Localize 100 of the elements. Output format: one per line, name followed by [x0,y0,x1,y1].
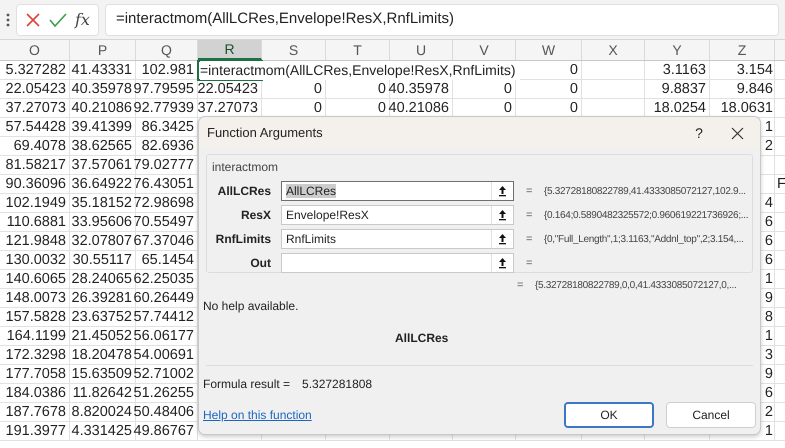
table-cell: 49.86767 [134,422,194,440]
table-cell: 60.26449 [134,288,194,308]
upload-arrow-icon [498,185,507,197]
table-cell: 33.95606 [72,212,132,232]
insert-function-button[interactable]: fx [75,8,90,32]
table-cell: 3.154 [736,60,773,80]
table-cell: 0 [314,98,322,118]
column-header[interactable]: W [516,40,582,60]
table-cell: 187.7678 [6,402,66,422]
table-cell: 36.64922 [72,174,132,194]
argument-result: {0.164;0.5890482325572;0.960619221736926;... [544,208,748,222]
table-cell: 23.63752 [72,308,132,326]
table-cell: 86.3425 [142,118,194,136]
function-result: {5.32728180822789,0,0,41.4333085072127,0,... [535,278,736,292]
table-cell: 1 [764,326,773,346]
argument-result: {0,"Full_Length",1;3.1163,"Addnl_top",2;3.154,... [544,232,744,246]
table-cell: 0 [378,80,386,98]
table-cell: 191.3977 [6,422,66,440]
table-cell: 6 [764,232,773,250]
table-cell: 97.79595 [134,80,194,98]
argument-input[interactable]: RnfLimits [281,229,514,249]
argument-value: RnfLimits [286,232,336,246]
dialog-button[interactable]: OK [564,402,654,428]
argument-value: Envelope!ResX [286,208,369,222]
table-cell: 0 [570,98,578,118]
table-cell: 102.981 [142,60,194,80]
equals-sign: = [526,256,534,271]
table-cell: 79.02777 [134,156,194,174]
table-cell: 15.63509 [72,364,132,384]
table-cell: 9.8837 [662,80,706,98]
equals-sign: = [517,278,524,293]
table-cell: 18.20478 [72,346,132,364]
check-icon[interactable] [49,12,67,28]
column-header[interactable]: P [70,40,136,60]
column-header[interactable]: U [390,40,453,60]
column-header[interactable]: R [198,40,262,60]
argument-input[interactable]: Envelope!ResX [281,205,514,225]
table-cell: 4.331425 [72,422,132,440]
argument-input[interactable]: AllLCRes [281,181,514,201]
formula-result-value: 5.327281808 [302,376,372,393]
table-cell: 1 [764,422,773,440]
table-cell: 1 [764,118,773,136]
column-header[interactable]: T [326,40,390,60]
table-cell: 82.6936 [142,136,194,156]
table-cell: 37.27073 [198,98,258,118]
table-cell: 18.0631 [720,98,773,118]
table-cell: 110.6881 [6,212,66,232]
table-cell: 8 [764,308,773,326]
equals-sign: = [526,232,534,247]
argument-input[interactable] [281,253,514,273]
formula-cell-text: =interactmom(AllLCRes,Envelope!ResX,RnfLimits) [200,61,520,80]
more-options-icon[interactable] [6,12,10,28]
column-header[interactable]: Z [710,40,775,60]
help-button[interactable]: ? [684,119,714,147]
cancel-icon[interactable] [25,12,41,28]
table-cell: 39.41399 [72,118,132,136]
table-cell: 81.58217 [6,156,66,174]
column-header[interactable]: Y [645,40,710,60]
table-cell: 1 [764,270,773,288]
table-cell: 69.4078 [14,136,66,156]
table-cell: 18.0254 [654,98,706,118]
table-cell: 30.55117 [72,250,132,270]
table-cell: 9 [764,288,773,308]
table-cell: 11.82642 [72,384,132,402]
upload-arrow-icon [498,233,507,245]
column-header[interactable]: S [262,40,326,60]
table-cell: 21.45052 [72,326,132,346]
equals-sign: = [526,208,534,223]
formula-input[interactable]: =interactmom(AllLCRes,Envelope!ResX,RnfLimits) [104,4,779,36]
column-header[interactable]: V [453,40,516,60]
table-cell: 65.1454 [142,250,194,270]
table-cell: 40.35978 [388,80,449,98]
table-cell: 5.327282 [6,60,66,80]
dialog-button[interactable]: Cancel [666,402,756,428]
argument-label: ResX [240,207,271,224]
table-cell: 157.5828 [6,308,66,326]
table-cell: 32.07807 [72,232,132,250]
table-cell: 56.06177 [134,326,194,346]
table-cell: 22.05423 [6,80,66,98]
table-cell: 8.820024 [72,402,132,422]
table-cell: 67.37046 [134,232,194,250]
upload-arrow-icon [498,257,507,269]
table-cell: 40.21086 [72,98,132,118]
table-cell: 0 [378,98,386,118]
table-cell: 130.0032 [6,250,66,270]
table-cell: 177.7058 [6,364,66,384]
table-cell: 2 [764,402,773,422]
table-cell: 28.24065 [72,270,132,288]
argument-label: AllLCRes [216,183,271,200]
table-cell: 9.846 [736,80,773,98]
column-header[interactable]: O [0,40,70,60]
table-cell: 52.71002 [134,364,194,384]
column-header[interactable]: X [582,40,645,60]
table-cell: 26.39281 [72,288,132,308]
help-link[interactable]: Help on this function [203,406,552,424]
table-cell: 54.00691 [134,346,194,364]
upload-arrow-icon [498,209,507,221]
table-cell: 38.62565 [72,136,132,156]
table-cell: 72.98698 [134,194,194,212]
formula-result-label: Formula result = [203,376,290,393]
